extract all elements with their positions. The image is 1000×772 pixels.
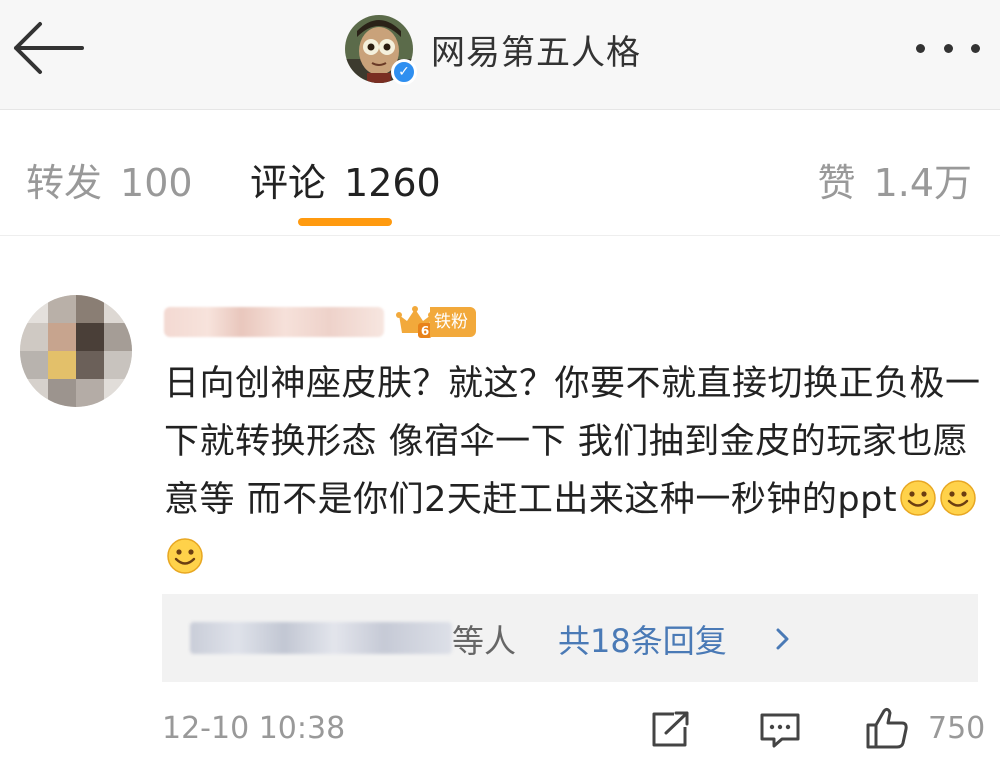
tab-label: 评论 xyxy=(250,161,327,205)
account-name[interactable]: 网易第五人格 xyxy=(431,25,641,74)
fan-badge: 6 铁粉 xyxy=(396,305,476,339)
comment-body: 日向创神座皮肤？就这？你要不就直接切换正负极一下就转换形态 像宿伞一下 我们抽到… xyxy=(164,364,981,520)
smile-emoji-icon xyxy=(900,480,936,516)
share-button[interactable] xyxy=(648,709,692,749)
comment-timestamp: 12-10 10:38 xyxy=(162,711,346,746)
commenter-name-blurred[interactable] xyxy=(164,307,384,337)
more-dots-icon xyxy=(971,43,980,53)
arrow-left-icon xyxy=(14,22,84,74)
pixelated-avatar-image xyxy=(20,295,132,407)
tab-repost[interactable]: 转发 100 xyxy=(26,152,193,207)
account-header[interactable]: ✓ 网易第五人格 xyxy=(345,14,641,85)
comment-text: 日向创神座皮肤？就这？你要不就直接切换正负极一下就转换形态 像宿伞一下 我们抽到… xyxy=(164,355,984,587)
chevron-right-icon xyxy=(776,628,789,650)
share-icon xyxy=(652,711,689,747)
badge-text: 铁粉 xyxy=(430,307,476,337)
back-button[interactable] xyxy=(10,18,86,78)
smile-emoji-icon xyxy=(167,538,203,574)
like-count: 750 xyxy=(928,711,986,746)
verified-check-icon: ✓ xyxy=(391,59,417,85)
active-tab-indicator xyxy=(298,218,392,226)
reply-button[interactable] xyxy=(758,711,802,749)
tab-label: 赞 xyxy=(817,161,856,205)
more-dots-icon xyxy=(943,43,953,53)
tab-label: 转发 xyxy=(26,161,103,205)
comment-item: 6 铁粉 日向创神座皮肤？就这？你要不就直接切换正负极一下就转换形态 像宿伞一下… xyxy=(0,237,1000,772)
tab-count: 100 xyxy=(120,161,193,205)
comment-bubble-icon xyxy=(760,713,800,748)
crown-icon: 6 xyxy=(396,306,434,338)
commenter-avatar[interactable] xyxy=(20,295,132,407)
tab-like[interactable]: 赞 1.4万 xyxy=(818,152,972,207)
more-dots-icon xyxy=(916,43,925,53)
more-options-button[interactable] xyxy=(916,30,980,66)
top-bar: ✓ 网易第五人格 xyxy=(0,0,1000,110)
interaction-tabs: 转发 100 评论 1260 赞 1.4万 xyxy=(0,110,1000,236)
tab-count: 1.4万 xyxy=(873,161,972,205)
replier-names-blurred xyxy=(190,622,452,654)
badge-level: 6 xyxy=(421,324,429,338)
tab-comment[interactable]: 评论 1260 xyxy=(250,152,441,207)
account-avatar[interactable]: ✓ xyxy=(345,15,417,85)
smile-emoji-icon xyxy=(940,480,976,516)
replies-others-suffix: 等人 xyxy=(452,622,517,660)
tab-count: 1260 xyxy=(344,161,441,205)
replies-preview[interactable]: 等人 共18条回复 xyxy=(162,594,978,682)
like-button[interactable] xyxy=(864,705,910,751)
thumbs-up-icon xyxy=(866,707,908,749)
replies-count-link[interactable]: 共18条回复 xyxy=(558,616,727,662)
